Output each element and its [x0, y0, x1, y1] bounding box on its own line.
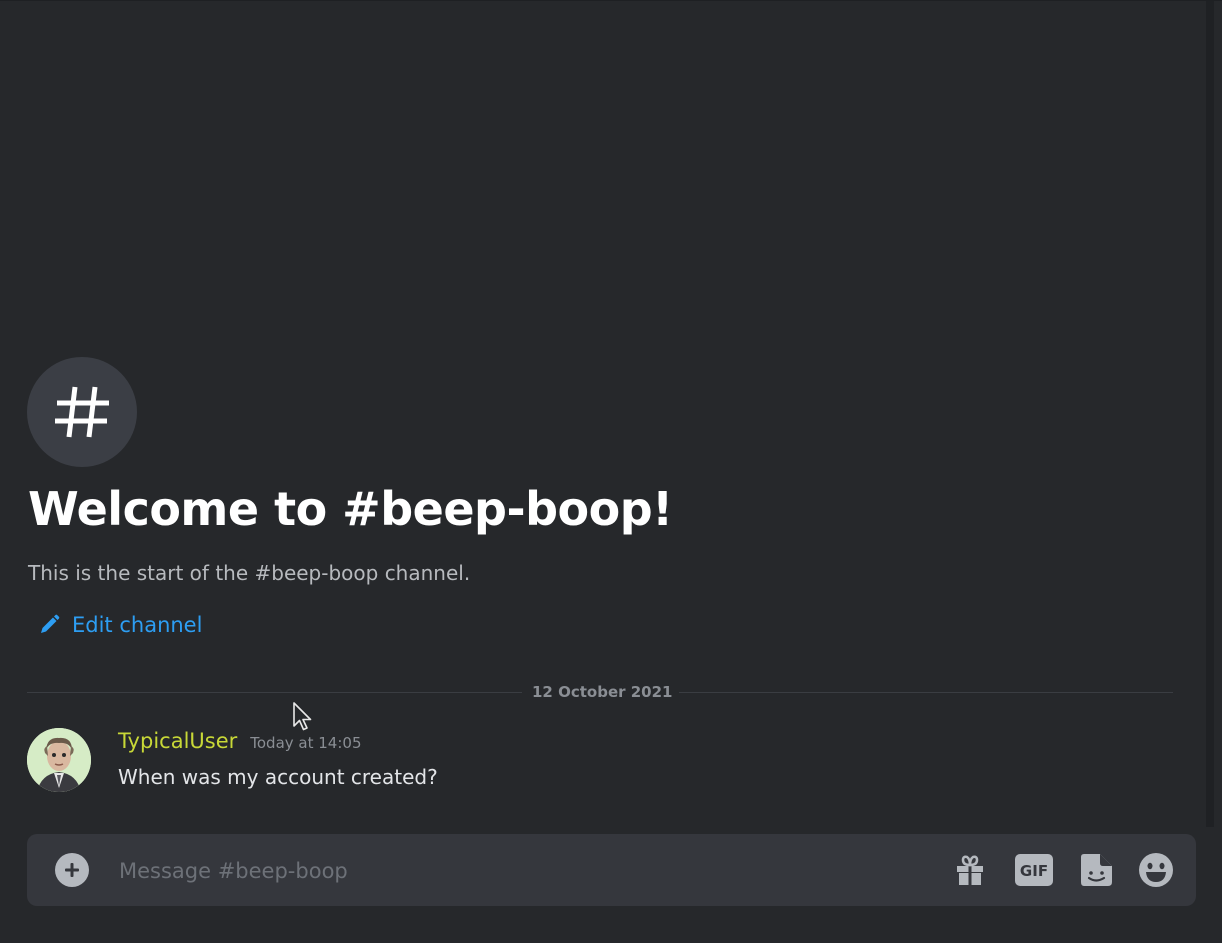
user-avatar-image — [27, 728, 91, 792]
gif-label: GIF — [1020, 862, 1048, 880]
edit-channel-link[interactable]: Edit channel — [38, 613, 202, 637]
channel-hash-badge — [27, 357, 137, 467]
gift-icon — [957, 855, 983, 885]
date-divider-label: 12 October 2021 — [532, 683, 673, 701]
channel-welcome-title: Welcome to #beep-boop! — [28, 482, 673, 536]
message-item[interactable]: TypicalUser Today at 14:05 When was my a… — [27, 728, 1177, 798]
divider-line-right — [679, 692, 1173, 693]
date-divider: 12 October 2021 — [27, 681, 1173, 705]
mouse-cursor — [292, 701, 314, 737]
gif-button[interactable]: GIF — [1015, 852, 1053, 888]
avatar[interactable] — [27, 728, 91, 792]
message-composer: GIF — [27, 834, 1196, 906]
channel-welcome-subtitle: This is the start of the #beep-boop chan… — [28, 561, 471, 585]
hash-icon — [55, 386, 109, 438]
gift-button[interactable] — [952, 852, 988, 888]
message-input[interactable] — [117, 852, 921, 890]
message-username[interactable]: TypicalUser — [118, 729, 237, 753]
sticker-button[interactable] — [1078, 852, 1114, 888]
pencil-icon — [41, 614, 60, 633]
message-text: When was my account created? — [118, 765, 438, 789]
sticker-icon — [1081, 854, 1112, 886]
edit-channel-label: Edit channel — [72, 613, 203, 637]
arrow-cursor-icon — [293, 702, 312, 731]
divider-line-left — [27, 692, 522, 693]
scrollbar-track[interactable] — [1206, 1, 1214, 827]
message-header: TypicalUser Today at 14:05 — [118, 729, 361, 753]
chat-window: Welcome to #beep-boop! This is the start… — [0, 0, 1222, 943]
emoji-button[interactable] — [1137, 852, 1175, 888]
emoji-icon — [1139, 853, 1173, 887]
attach-button[interactable] — [55, 853, 89, 887]
gif-icon: GIF — [1015, 854, 1053, 886]
plus-icon — [65, 863, 79, 877]
